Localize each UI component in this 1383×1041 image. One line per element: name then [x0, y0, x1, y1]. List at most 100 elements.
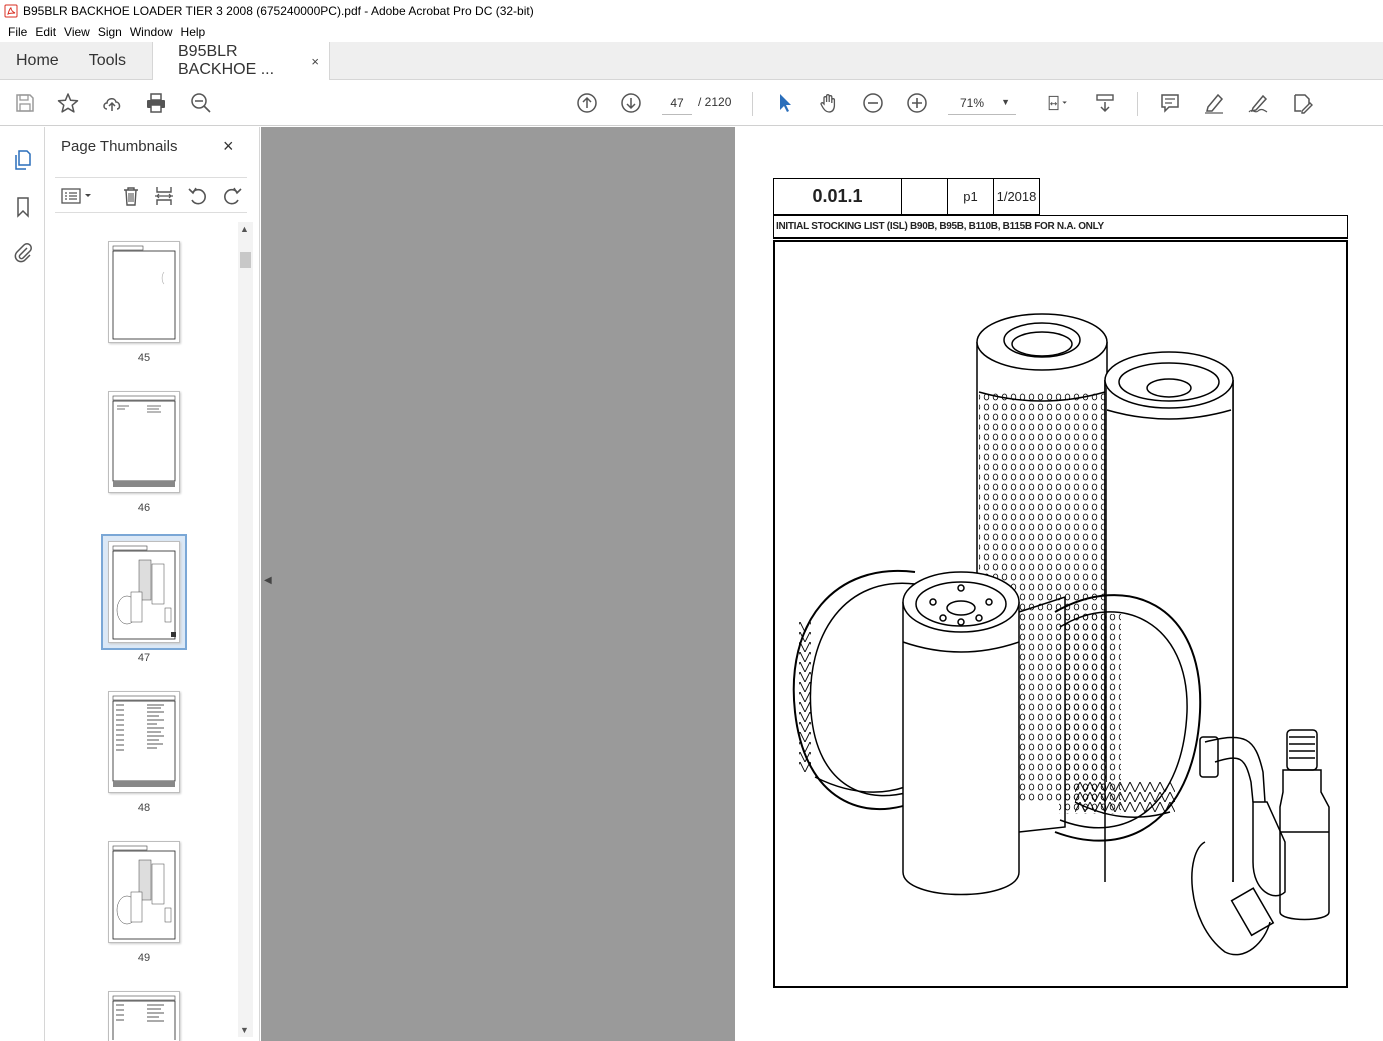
plus-circle-icon	[907, 93, 927, 113]
page-thumbnail-47-selected[interactable]	[101, 534, 187, 650]
scroll-down-icon[interactable]: ▼	[240, 1025, 249, 1035]
menu-edit[interactable]: Edit	[31, 25, 60, 39]
edit-document-icon	[1294, 94, 1313, 114]
menu-file[interactable]: File	[4, 25, 31, 39]
thumbnail-preview	[112, 995, 176, 1041]
page-thumbnail-45[interactable]	[108, 241, 180, 343]
page-thumbnail-50[interactable]	[108, 991, 180, 1041]
previous-page-button[interactable]	[574, 90, 600, 116]
thumbnail-toolbar	[55, 177, 247, 213]
pen-sign-icon	[1248, 94, 1268, 113]
paperclip-icon	[14, 243, 32, 263]
tab-document[interactable]: B95BLR BACKHOE ... ×	[152, 42, 330, 80]
pages-icon	[15, 150, 31, 170]
magnifier-minus-icon	[191, 93, 211, 113]
page-thumbnails-toggle[interactable]	[10, 147, 36, 173]
cloud-upload-icon	[103, 98, 121, 111]
page-display-button[interactable]	[1040, 90, 1076, 116]
thumbnail-preview	[112, 845, 176, 940]
arrow-up-circle-icon	[577, 93, 597, 113]
thumbnail-label: 49	[137, 952, 151, 964]
page-fit-icon	[1048, 95, 1067, 111]
attachments-toggle[interactable]	[10, 239, 36, 265]
navigation-rail	[0, 127, 45, 1041]
toolbar-divider	[752, 92, 753, 116]
scroll-up-icon[interactable]: ▲	[240, 224, 249, 234]
save-icon	[16, 94, 34, 112]
bookmark-star-button[interactable]	[55, 90, 81, 116]
rotate-counterclockwise-button[interactable]	[186, 184, 210, 208]
menu-sign[interactable]: Sign	[94, 25, 126, 39]
menu-view[interactable]: View	[60, 25, 94, 39]
panel-close-icon[interactable]: ×	[223, 136, 234, 157]
rotate-clockwise-button[interactable]	[220, 184, 244, 208]
toolbar-divider	[1137, 92, 1138, 116]
main-toolbar: / 2120 71% ▼	[0, 80, 1383, 126]
tab-tools[interactable]: Tools	[74, 42, 141, 80]
tab-home[interactable]: Home	[0, 42, 74, 80]
page-thumbnail-49[interactable]	[108, 841, 180, 943]
page-thumbnail-47[interactable]	[108, 541, 180, 643]
hand-icon	[820, 94, 836, 113]
revision-date: 1/2018	[993, 178, 1040, 215]
scroll-mode-button[interactable]	[1092, 90, 1118, 116]
select-tool-button[interactable]	[772, 90, 798, 116]
section-code: 0.01.1	[773, 178, 902, 215]
thumbnail-options-button[interactable]	[59, 184, 95, 208]
bookmark-icon	[17, 197, 29, 218]
rotate-left-icon	[188, 187, 206, 205]
upload-cloud-button[interactable]	[99, 90, 125, 116]
thumbnail-label: 48	[137, 802, 151, 814]
acrobat-app-icon	[4, 4, 18, 18]
printer-icon	[147, 93, 165, 113]
thumbnail-label: 47	[137, 652, 151, 664]
menu-window[interactable]: Window	[126, 25, 177, 39]
scrollbar-thumb[interactable]	[240, 252, 251, 268]
insert-pages-button[interactable]	[152, 184, 176, 208]
thumbnail-scrollbar[interactable]: ▲ ▼	[238, 222, 253, 1037]
arrow-down-circle-icon	[621, 93, 641, 113]
page-number-input[interactable]	[662, 91, 692, 115]
highlight-button[interactable]	[1201, 90, 1227, 116]
sign-button[interactable]	[1245, 90, 1271, 116]
cursor-arrow-icon	[780, 94, 791, 112]
page-thumbnail-46[interactable]	[108, 391, 180, 493]
highlighter-icon	[1205, 93, 1224, 114]
thumbnail-preview	[112, 695, 176, 787]
hand-tool-button[interactable]	[816, 90, 842, 116]
insert-page-icon	[155, 187, 173, 205]
thumbnail-label: 45	[137, 352, 151, 364]
zoom-level-value: 71%	[960, 95, 985, 110]
bookmarks-toggle[interactable]	[10, 194, 36, 220]
print-button[interactable]	[143, 90, 169, 116]
tab-bar: Home Tools B95BLR BACKHOE ... ×	[0, 42, 1383, 80]
page-thumbnail-48[interactable]	[108, 691, 180, 793]
minus-circle-icon	[863, 93, 883, 113]
rotate-right-icon	[224, 187, 242, 205]
tab-document-label: B95BLR BACKHOE ...	[178, 43, 275, 78]
zoom-out-button[interactable]	[860, 90, 886, 116]
tab-close-icon[interactable]: ×	[311, 54, 319, 69]
chevron-down-icon: ▼	[1001, 97, 1010, 107]
collapse-panel-icon[interactable]: ◀	[264, 575, 272, 586]
header-empty-cell	[901, 178, 948, 215]
next-page-button[interactable]	[618, 90, 644, 116]
figure-caption: INITIAL STOCKING LIST (ISL) B90B, B95B, …	[773, 215, 1348, 239]
delete-pages-button[interactable]	[119, 184, 143, 208]
save-button[interactable]	[12, 90, 38, 116]
window-title: B95BLR BACKHOE LOADER TIER 3 2008 (67524…	[23, 4, 534, 18]
zoom-in-button[interactable]	[904, 90, 930, 116]
comment-button[interactable]	[1157, 90, 1183, 116]
menu-help[interactable]: Help	[177, 25, 210, 39]
edit-pdf-button[interactable]	[1289, 90, 1315, 116]
zoom-level-dropdown[interactable]: 71% ▼	[948, 91, 1016, 115]
find-zoom-button[interactable]	[188, 90, 214, 116]
filters-and-belts-illustration	[792, 313, 1330, 956]
page-reference: p1	[947, 178, 994, 215]
parts-figure	[773, 240, 1348, 988]
list-options-icon	[61, 188, 91, 204]
page-total-label: / 2120	[698, 95, 732, 109]
page-header-table: 0.01.1 p1 1/2018	[773, 178, 1040, 215]
menu-bar: File Edit View Sign Window Help	[0, 22, 1383, 42]
thumbnail-preview	[112, 545, 176, 640]
